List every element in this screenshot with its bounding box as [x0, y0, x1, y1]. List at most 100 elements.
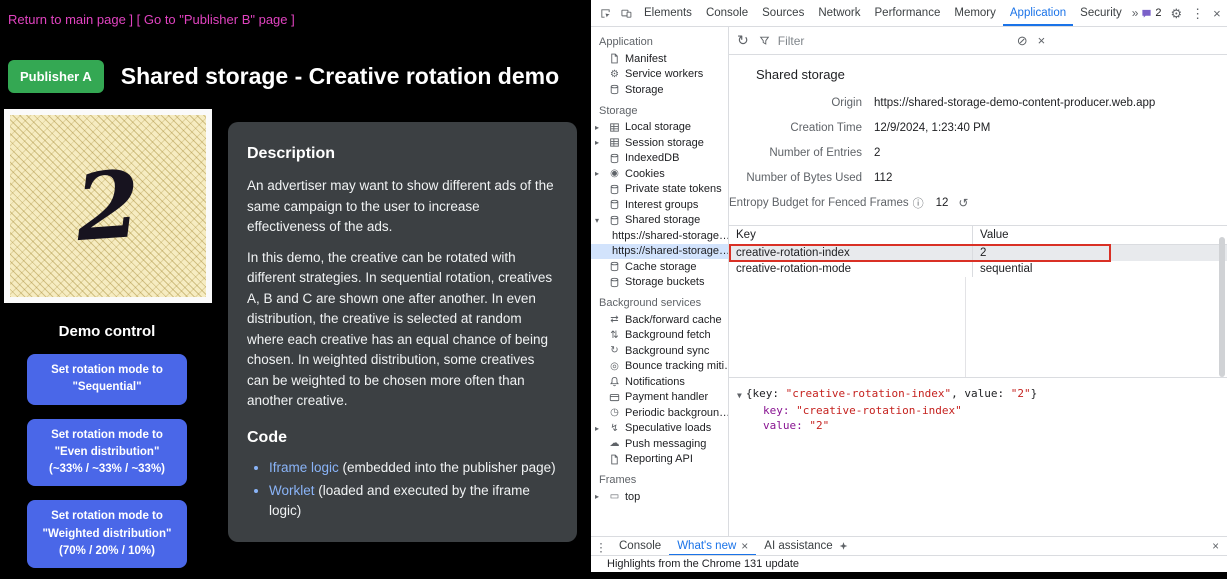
- sidebar-item-storage-buckets[interactable]: Storage buckets: [591, 275, 728, 291]
- close-tab-icon[interactable]: ×: [741, 537, 748, 556]
- drawer-tab-ai-assistance[interactable]: AI assistance: [756, 537, 856, 556]
- issues-button[interactable]: 2: [1141, 7, 1161, 19]
- sidebar-item-cache-storage[interactable]: Cache storage: [591, 259, 728, 275]
- tab-sources[interactable]: Sources: [755, 0, 811, 26]
- devtools-close-icon[interactable]: ×: [1213, 7, 1221, 20]
- return-main-page-link[interactable]: Return to main page: [8, 12, 126, 27]
- tab-memory[interactable]: Memory: [947, 0, 1003, 26]
- nav-end-bracket: ]: [288, 12, 295, 27]
- settings-gear-icon[interactable]: ⚙: [1171, 7, 1183, 20]
- sync-icon: ↻: [608, 345, 621, 356]
- sidebar-item-background-sync[interactable]: ↻Background sync: [591, 343, 728, 359]
- sidebar-item-bounce-tracking[interactable]: ◎Bounce tracking miti…: [591, 359, 728, 375]
- document-icon: [608, 454, 621, 465]
- chevron-right-icon[interactable]: ▸: [595, 123, 599, 132]
- database-icon: [608, 215, 621, 226]
- sidebar-item-push-messaging[interactable]: ☁Push messaging: [591, 436, 728, 452]
- tab-console[interactable]: Console: [699, 0, 755, 26]
- column-header-value[interactable]: Value: [973, 226, 1227, 244]
- device-toolbar-icon[interactable]: [616, 8, 637, 19]
- sidebar-section-frames: Frames: [591, 467, 728, 489]
- sidebar-section-storage: Storage: [591, 98, 728, 120]
- sidebar-item-speculative-loads[interactable]: ▸↯Speculative loads: [591, 421, 728, 437]
- sidebar-item-session-storage[interactable]: ▸Session storage: [591, 135, 728, 151]
- column-header-key[interactable]: Key: [729, 226, 973, 244]
- manifest-icon: [608, 53, 621, 64]
- reset-budget-icon[interactable]: ↺: [958, 196, 968, 210]
- bottom-black-strip: [0, 572, 1227, 579]
- database-icon: [608, 199, 621, 210]
- whats-new-status-text[interactable]: Highlights from the Chrome 131 update: [607, 558, 799, 570]
- sidebar-item-private-state-tokens[interactable]: Private state tokens: [591, 182, 728, 198]
- table-icon: [608, 137, 621, 148]
- drawer-tab-whats-new[interactable]: What's new×: [669, 537, 756, 556]
- sidebar-item-storage[interactable]: Storage: [591, 82, 728, 98]
- devtools-window: Elements Console Sources Network Perform…: [591, 0, 1227, 579]
- iframe-logic-link[interactable]: Iframe logic: [269, 460, 339, 475]
- vertical-scrollbar[interactable]: [1219, 237, 1225, 377]
- sidebar-item-interest-groups[interactable]: Interest groups: [591, 197, 728, 213]
- sidebar-item-shared-storage-origin-2[interactable]: https://shared-storage…: [591, 244, 728, 260]
- expand-triangle-icon[interactable]: ▼: [737, 388, 742, 403]
- drawer-menu-icon[interactable]: ⋮: [591, 540, 611, 554]
- worklet-link[interactable]: Worklet: [269, 483, 315, 498]
- preview-property-value: value: "2": [737, 418, 1227, 433]
- table-row-creative-rotation-mode[interactable]: creative-rotation-mode sequential: [729, 261, 1227, 277]
- chevron-right-icon[interactable]: ▸: [595, 424, 599, 433]
- info-icon[interactable]: ⓘ: [913, 195, 924, 211]
- refresh-icon[interactable]: ↻: [737, 32, 749, 49]
- sidebar-item-cookies[interactable]: ▸◉Cookies: [591, 166, 728, 182]
- table-row-creative-rotation-index[interactable]: creative-rotation-index 2: [729, 245, 1227, 261]
- tab-elements[interactable]: Elements: [637, 0, 699, 26]
- sidebar-item-back-forward-cache[interactable]: ⇄Back/forward cache: [591, 312, 728, 328]
- chevron-right-icon[interactable]: ▸: [595, 138, 599, 147]
- chevron-right-icon[interactable]: ▸: [595, 492, 599, 501]
- filter-input[interactable]: [776, 33, 980, 49]
- payment-card-icon: [608, 392, 621, 403]
- chevron-right-icon[interactable]: ▸: [595, 169, 599, 178]
- more-tabs-icon[interactable]: »: [1129, 6, 1142, 20]
- sidebar-item-top-frame[interactable]: ▸▭top: [591, 489, 728, 505]
- description-heading: Description: [247, 142, 558, 166]
- tab-application[interactable]: Application: [1003, 0, 1073, 26]
- sidebar-item-shared-storage-origin-1[interactable]: https://shared-storage…: [591, 228, 728, 244]
- sidebar-item-local-storage[interactable]: ▸Local storage: [591, 120, 728, 136]
- inspect-element-icon[interactable]: [595, 8, 616, 19]
- creative-ad-frame[interactable]: 2: [4, 109, 212, 303]
- bounce-icon: ◎: [608, 361, 621, 372]
- chevron-down-icon[interactable]: ▾: [595, 216, 599, 225]
- preview-summary[interactable]: ▼ {key: "creative-rotation-index", value…: [737, 386, 1227, 403]
- sidebar-item-background-fetch[interactable]: ⇅Background fetch: [591, 328, 728, 344]
- filter-box: [759, 33, 1007, 49]
- sidebar-item-periodic-background-sync[interactable]: ◷Periodic backgroun…: [591, 405, 728, 421]
- sidebar-item-reporting-api[interactable]: Reporting API: [591, 452, 728, 468]
- clear-icon[interactable]: ×: [1038, 33, 1046, 48]
- drawer-close-icon[interactable]: ×: [1212, 541, 1227, 553]
- publisher-b-link[interactable]: Go to "Publisher B" page: [144, 12, 288, 27]
- entry-preview-pane: ▼ {key: "creative-rotation-index", value…: [729, 377, 1227, 537]
- set-even-distribution-button[interactable]: Set rotation mode to "Even distribution"…: [27, 419, 187, 487]
- meta-row-entropy-budget: Entropy Budget for Fenced Frames ⓘ 12 ↺: [729, 190, 1227, 215]
- sidebar-item-indexeddb[interactable]: IndexedDB: [591, 151, 728, 167]
- database-icon: [608, 184, 621, 195]
- sidebar-item-payment-handler[interactable]: Payment handler: [591, 390, 728, 406]
- creative-digit: 2: [73, 158, 143, 254]
- block-icon[interactable]: ⊘: [1017, 33, 1028, 49]
- tab-security[interactable]: Security: [1073, 0, 1129, 26]
- sidebar-item-service-workers[interactable]: ⚙Service workers: [591, 67, 728, 83]
- devtools-menu-icon[interactable]: ⋮: [1191, 7, 1204, 20]
- sidebar-item-notifications[interactable]: Notifications: [591, 374, 728, 390]
- description-paragraph-1: An advertiser may want to show different…: [247, 176, 558, 238]
- tab-performance[interactable]: Performance: [868, 0, 948, 26]
- set-sequential-button[interactable]: Set rotation mode to "Sequential": [27, 354, 187, 405]
- drawer-tab-console[interactable]: Console: [611, 537, 669, 556]
- set-weighted-distribution-button[interactable]: Set rotation mode to "Weighted distribut…: [27, 500, 187, 568]
- page-content: 2 Demo control Set rotation mode to "Seq…: [0, 109, 591, 568]
- tab-network[interactable]: Network: [811, 0, 867, 26]
- sidebar-item-shared-storage[interactable]: ▾Shared storage: [591, 213, 728, 229]
- sidebar-section-application: Application: [591, 29, 728, 51]
- screen: Return to main page ] [ Go to "Publisher…: [0, 0, 1227, 579]
- table-empty-area: [729, 277, 1227, 377]
- sidebar-item-manifest[interactable]: Manifest: [591, 51, 728, 67]
- preview-property-key: key: "creative-rotation-index": [737, 403, 1227, 418]
